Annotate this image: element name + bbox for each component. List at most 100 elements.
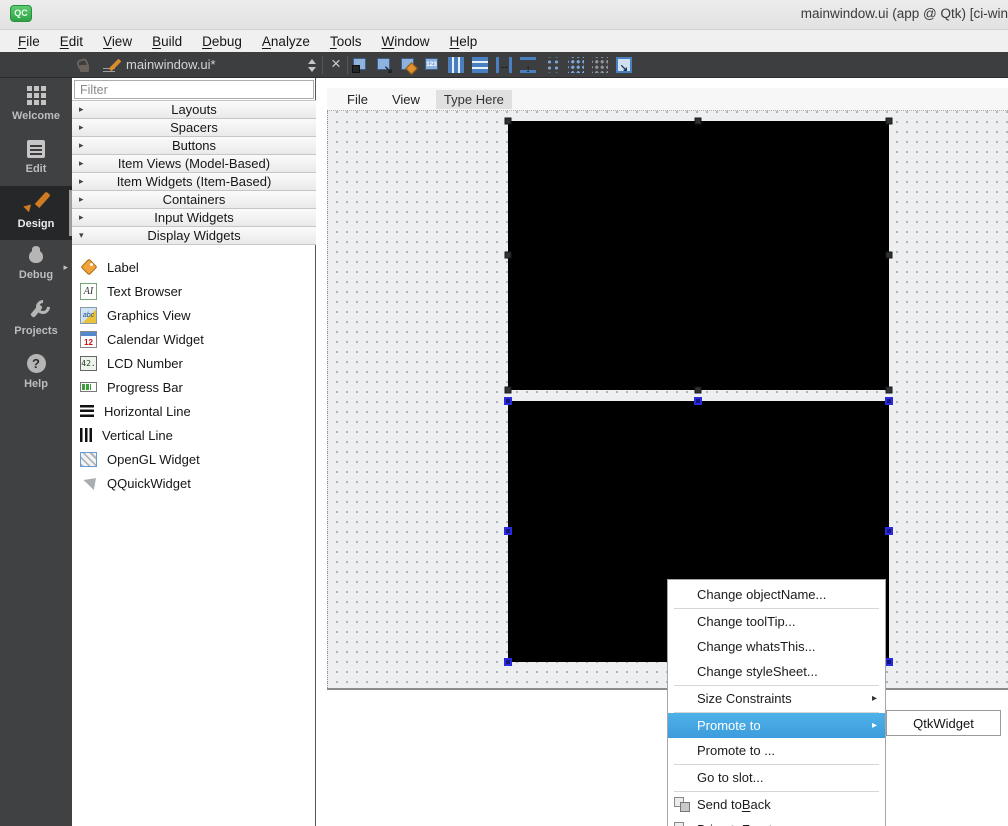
chevron-right-icon: ▸ xyxy=(79,104,84,115)
resize-handle[interactable] xyxy=(504,527,512,535)
menu-tools[interactable]: Tools xyxy=(320,32,372,51)
projects-wrench-icon xyxy=(26,300,46,320)
resize-handle[interactable] xyxy=(505,252,512,259)
menu-item-change-objectname[interactable]: Change objectName... xyxy=(668,582,885,607)
category-spacers[interactable]: ▸Spacers xyxy=(72,118,316,137)
resize-handle[interactable] xyxy=(694,397,702,405)
chevron-right-icon: ▸ xyxy=(79,140,84,151)
category-layouts[interactable]: ▸Layouts xyxy=(72,100,316,119)
menu-item-change-tooltip[interactable]: Change toolTip... xyxy=(668,609,885,634)
layout-vertical-icon[interactable] xyxy=(472,57,488,73)
category-item-views[interactable]: ▸Item Views (Model-Based) xyxy=(72,154,316,173)
widget-item-progress-bar[interactable]: Progress Bar xyxy=(72,375,316,399)
designer-toolbar: mainwindow.ui* × 123 xyxy=(0,52,1008,78)
chevron-right-icon: ▸ xyxy=(79,158,84,169)
widget-item-qquickwidget[interactable]: QQuickWidget xyxy=(72,471,316,495)
horizontal-line-icon xyxy=(80,405,94,417)
menu-item-change-stylesheet[interactable]: Change styleSheet... xyxy=(668,659,885,684)
edit-tab-order-icon[interactable]: 123 xyxy=(424,57,440,73)
form-menu-file[interactable]: File xyxy=(339,90,376,109)
resize-handle[interactable] xyxy=(885,658,893,666)
promote-to-submenu: QtkWidget xyxy=(886,710,1001,736)
resize-handle[interactable] xyxy=(695,387,702,394)
menu-item-promote-to-dialog[interactable]: Promote to ... xyxy=(668,738,885,763)
title-bar: QC mainwindow.ui (app @ Qtk) [ci-win xyxy=(0,0,1008,30)
widget-item-graphics-view[interactable]: abcGraphics View xyxy=(72,303,316,327)
resize-handle[interactable] xyxy=(886,118,893,125)
sidebar-item-design[interactable]: Design xyxy=(0,186,72,240)
menu-file[interactable]: File xyxy=(8,32,50,51)
menu-item-change-whatsthis[interactable]: Change whatsThis... xyxy=(668,634,885,659)
filter-input[interactable] xyxy=(74,80,314,99)
resize-handle[interactable] xyxy=(886,387,893,394)
sidebar-item-welcome[interactable]: Welcome xyxy=(0,84,72,134)
widget-item-text-browser[interactable]: AIText Browser xyxy=(72,279,316,303)
category-input-widgets[interactable]: ▸Input Widgets xyxy=(72,208,316,227)
lcd-number-icon: 42. xyxy=(80,356,97,371)
resize-handle[interactable] xyxy=(695,118,702,125)
close-document-button[interactable]: × xyxy=(328,53,344,75)
menu-item-bring-to-front[interactable]: Bring to Front xyxy=(668,817,885,826)
progress-bar-icon xyxy=(80,382,97,392)
widget-item-vertical-line[interactable]: Vertical Line xyxy=(72,423,316,447)
menu-edit[interactable]: Edit xyxy=(50,32,93,51)
layout-grid-icon[interactable] xyxy=(568,57,584,73)
debug-flyout-arrow-icon[interactable]: ▸ xyxy=(63,262,68,273)
toolbar-separator xyxy=(347,56,348,74)
widget-item-horizontal-line[interactable]: Horizontal Line xyxy=(72,399,316,423)
menu-item-send-to-back[interactable]: Send to Back xyxy=(668,792,885,817)
layout-horizontal-icon[interactable] xyxy=(448,57,464,73)
designer-tool-buttons: 123 xyxy=(352,56,632,74)
menu-item-go-to-slot[interactable]: Go to slot... xyxy=(668,765,885,790)
menu-view[interactable]: View xyxy=(93,32,142,51)
widget-item-calendar[interactable]: 12Calendar Widget xyxy=(72,327,316,351)
widget-item-lcd-number[interactable]: 42.LCD Number xyxy=(72,351,316,375)
layout-vertical-splitter-icon[interactable] xyxy=(520,57,536,73)
resize-handle[interactable] xyxy=(885,397,893,405)
sidebar-item-edit[interactable]: Edit xyxy=(0,138,72,188)
menu-build[interactable]: Build xyxy=(142,32,192,51)
resize-handle[interactable] xyxy=(505,387,512,394)
selected-widget-1[interactable] xyxy=(508,121,889,390)
form-menu-type-here[interactable]: Type Here xyxy=(436,90,512,109)
widget-item-opengl-widget[interactable]: OpenGL Widget xyxy=(72,447,316,471)
edit-widgets-icon[interactable] xyxy=(352,57,368,73)
category-buttons[interactable]: ▸Buttons xyxy=(72,136,316,155)
submenu-arrow-icon: ▸ xyxy=(872,720,877,731)
submenu-arrow-icon: ▸ xyxy=(872,693,877,704)
debug-bug-icon xyxy=(28,246,44,264)
open-document-selector[interactable]: mainwindow.ui* xyxy=(126,57,216,72)
menu-help[interactable]: Help xyxy=(440,32,488,51)
sidebar-item-projects[interactable]: Projects xyxy=(0,300,72,350)
adjust-size-icon[interactable] xyxy=(616,57,632,73)
widget-box-panel: ▸Layouts ▸Spacers ▸Buttons ▸Item Views (… xyxy=(72,78,316,826)
edit-signals-slots-icon[interactable] xyxy=(376,57,392,73)
menu-window[interactable]: Window xyxy=(371,32,439,51)
break-layout-icon[interactable] xyxy=(592,57,608,73)
menu-analyze[interactable]: Analyze xyxy=(252,32,320,51)
form-menu-view[interactable]: View xyxy=(384,90,428,109)
edit-buddies-icon[interactable] xyxy=(400,57,416,73)
category-containers[interactable]: ▸Containers xyxy=(72,190,316,209)
resize-handle[interactable] xyxy=(505,118,512,125)
menu-item-promote-to[interactable]: Promote to ▸ xyxy=(668,713,885,738)
menu-item-size-constraints[interactable]: Size Constraints ▸ xyxy=(668,686,885,711)
resize-handle[interactable] xyxy=(504,658,512,666)
resize-handle[interactable] xyxy=(504,397,512,405)
menu-item-qtkwidget[interactable]: QtkWidget xyxy=(913,716,974,731)
widget-item-label[interactable]: Label xyxy=(72,255,316,279)
design-pencil-icon xyxy=(24,189,48,213)
menu-debug[interactable]: Debug xyxy=(192,32,252,51)
sidebar-item-help[interactable]: ? Help xyxy=(0,352,72,402)
resize-handle[interactable] xyxy=(885,527,893,535)
document-spinner[interactable] xyxy=(308,59,317,72)
resize-handle[interactable] xyxy=(886,252,893,259)
category-display-widgets[interactable]: ▾Display Widgets xyxy=(72,226,316,245)
window-title: mainwindow.ui (app @ Qtk) [ci-win xyxy=(408,6,1008,21)
layout-form-icon[interactable] xyxy=(544,57,560,73)
layout-horizontal-splitter-icon[interactable] xyxy=(496,57,512,73)
sidebar-item-debug[interactable]: ▸ Debug xyxy=(0,244,72,296)
label-icon xyxy=(80,259,97,276)
category-item-widgets[interactable]: ▸Item Widgets (Item-Based) xyxy=(72,172,316,191)
send-to-back-icon xyxy=(674,797,690,812)
